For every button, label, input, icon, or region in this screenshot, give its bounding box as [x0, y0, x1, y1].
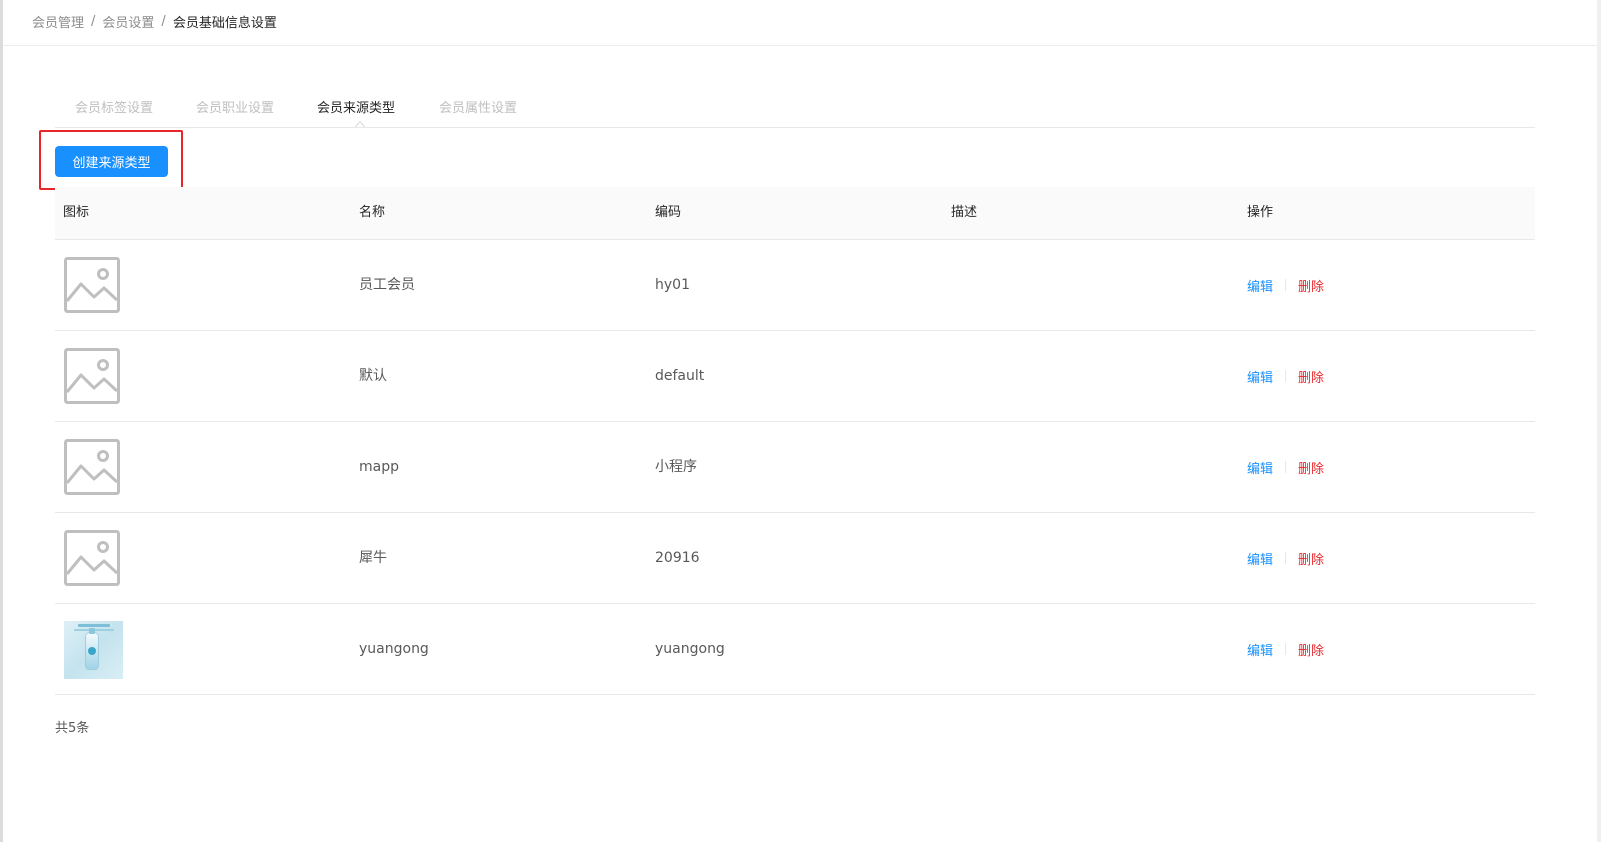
image-placeholder-icon [64, 257, 120, 313]
breadcrumb-separator: / [161, 13, 166, 29]
row-actions: 编辑 删除 [1247, 513, 1324, 603]
delete-link[interactable]: 删除 [1298, 458, 1324, 477]
column-header-code: 编码 [655, 205, 682, 220]
delete-link[interactable]: 删除 [1298, 276, 1324, 295]
edit-link[interactable]: 编辑 [1247, 367, 1273, 386]
product-thumbnail [64, 621, 123, 679]
tab-member-tags[interactable]: 会员标签设置 [75, 99, 153, 119]
delete-link[interactable]: 删除 [1298, 367, 1324, 386]
row-icon [64, 257, 120, 313]
tab-member-attributes[interactable]: 会员属性设置 [439, 99, 517, 119]
active-tab-indicator [355, 121, 365, 127]
source-type-table: 图标 名称 编码 描述 操作 员工会员 hy01 编辑 删除 默认 defaul… [55, 187, 1535, 695]
row-code: 小程序 [655, 459, 697, 475]
image-placeholder-icon [64, 530, 120, 586]
create-source-type-button[interactable]: 创建来源类型 [55, 146, 168, 177]
breadcrumb-member-management[interactable]: 会员管理 [32, 12, 84, 31]
table-row: yuangong yuangong 编辑 删除 [55, 604, 1535, 695]
delete-link[interactable]: 删除 [1298, 549, 1324, 568]
breadcrumb: 会员管理 / 会员设置 / 会员基础信息设置 [32, 11, 277, 31]
thumbnail-caption [78, 624, 110, 627]
image-placeholder-icon [64, 439, 120, 495]
column-header-icon: 图标 [63, 205, 90, 220]
breadcrumb-member-settings[interactable]: 会员设置 [102, 12, 154, 31]
action-divider [1285, 279, 1287, 291]
right-scrollbar-track[interactable] [1597, 0, 1601, 842]
column-header-description: 描述 [951, 205, 978, 220]
action-divider [1285, 370, 1287, 382]
column-header-actions: 操作 [1247, 205, 1274, 220]
row-icon [64, 439, 120, 495]
table-row: 员工会员 hy01 编辑 删除 [55, 240, 1535, 331]
image-placeholder-icon [64, 348, 120, 404]
row-code: 20916 [655, 550, 700, 566]
row-name: mapp [359, 459, 399, 475]
row-actions: 编辑 删除 [1247, 604, 1324, 694]
row-icon [64, 621, 123, 679]
total-count: 共5条 [55, 721, 90, 736]
table-header: 图标 名称 编码 描述 操作 [55, 187, 1535, 240]
column-header-name: 名称 [359, 205, 386, 220]
row-name: yuangong [359, 641, 429, 657]
tab-bar: 会员标签设置 会员职业设置 会员来源类型 会员属性设置 [55, 99, 1535, 128]
row-code: hy01 [655, 277, 690, 293]
table-row: mapp 小程序 编辑 删除 [55, 422, 1535, 513]
action-divider [1285, 643, 1287, 655]
row-actions: 编辑 删除 [1247, 422, 1324, 512]
breadcrumb-current-page: 会员基础信息设置 [172, 15, 277, 31]
edit-link[interactable]: 编辑 [1247, 276, 1273, 295]
table-row: 默认 default 编辑 删除 [55, 331, 1535, 422]
left-border [0, 0, 3, 842]
edit-link[interactable]: 编辑 [1247, 458, 1273, 477]
edit-link[interactable]: 编辑 [1247, 549, 1273, 568]
bottle-image [86, 628, 98, 669]
row-icon [64, 530, 120, 586]
row-code: default [655, 368, 705, 384]
delete-link[interactable]: 删除 [1298, 640, 1324, 659]
row-name: 犀牛 [359, 550, 387, 566]
table-row: 犀牛 20916 编辑 删除 [55, 513, 1535, 604]
action-divider [1285, 461, 1287, 473]
row-name: 员工会员 [359, 277, 415, 293]
tab-member-occupation[interactable]: 会员职业设置 [196, 99, 274, 119]
row-actions: 编辑 删除 [1247, 331, 1324, 421]
row-actions: 编辑 删除 [1247, 240, 1324, 330]
row-icon [64, 348, 120, 404]
breadcrumb-separator: / [91, 13, 96, 29]
action-divider [1285, 552, 1287, 564]
row-code: yuangong [655, 641, 725, 657]
header-divider [3, 45, 1597, 46]
edit-link[interactable]: 编辑 [1247, 640, 1273, 659]
row-name: 默认 [359, 368, 387, 384]
tab-member-source-type[interactable]: 会员来源类型 [317, 99, 395, 119]
